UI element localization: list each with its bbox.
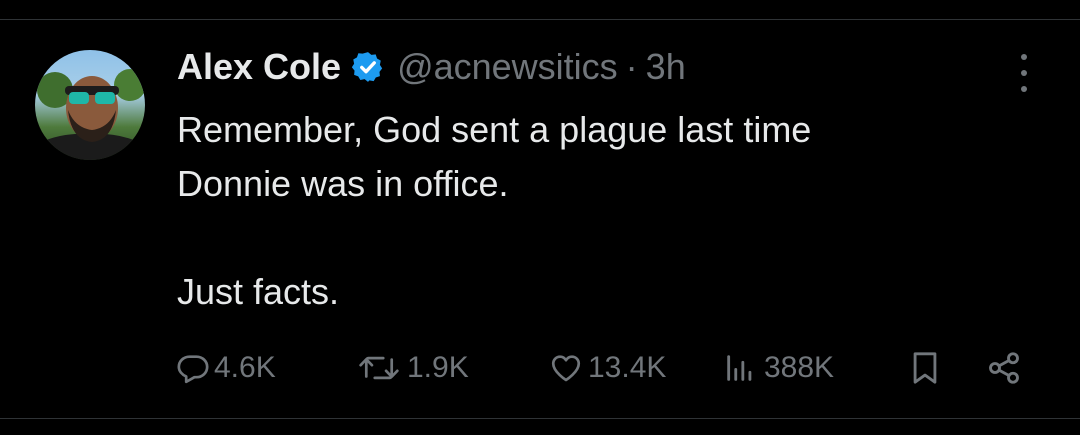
verified-badge-icon [351,50,385,84]
bookmark-icon [913,352,937,384]
reply-count: 4.6K [214,351,276,384]
heart-icon [551,355,581,382]
reply-icon [177,355,209,384]
like-count: 13.4K [588,351,667,384]
bookmark-button[interactable] [908,345,942,391]
views-chart-icon [727,355,752,381]
tweet-text-line: Just facts. [177,271,340,312]
author-handle[interactable]: @acnewsitics [397,46,618,88]
top-divider [0,19,1080,20]
separator-dot: · [625,46,638,87]
repost-icon [359,356,399,380]
avatar[interactable] [35,50,145,160]
tweet-text: Remember, God sent a plague last time Do… [177,103,1037,319]
share-icon [989,352,1019,384]
views-count: 388K [764,351,835,384]
like-button[interactable]: 13.4K [548,345,666,391]
repost-count: 1.9K [407,351,469,384]
author-name[interactable]: Alex Cole [177,46,341,88]
tweet-text-line: Donnie was in office. [177,163,509,204]
tweet-header: Alex Cole @acnewsitics · 3h [177,44,686,90]
share-button[interactable] [986,345,1022,391]
action-bar: 4.6K 1.9K 13.4K 388K [0,345,1080,391]
views-button[interactable]: 388K [720,345,834,391]
repost-button[interactable]: 1.9K [355,345,469,391]
tweet-text-line: Remember, God sent a plague last time [177,109,812,150]
more-vertical-icon[interactable] [1010,54,1038,92]
bottom-divider [0,418,1080,419]
reply-button[interactable]: 4.6K [176,345,276,391]
timestamp[interactable]: 3h [646,46,686,88]
